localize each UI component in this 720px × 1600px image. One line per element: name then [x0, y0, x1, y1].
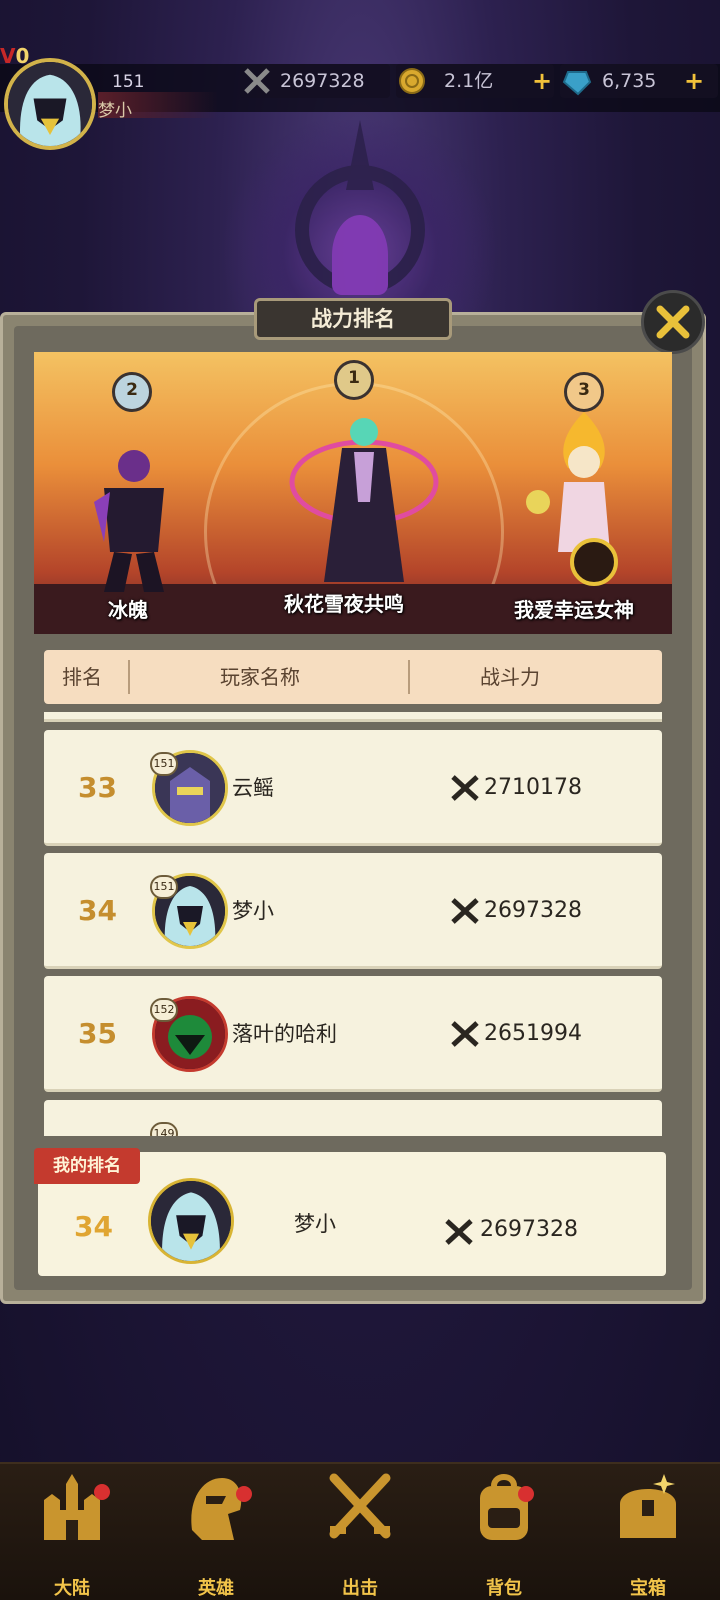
- rank3-player-name[interactable]: 我爱幸运女神: [514, 594, 634, 623]
- row-rank: 35: [78, 1017, 117, 1050]
- crossed-swords-icon: [451, 775, 479, 801]
- rank1-badge: 1: [334, 360, 374, 400]
- nav-treasure[interactable]: 宝箱: [576, 1464, 720, 1600]
- helmet-icon: [191, 1478, 242, 1540]
- hero-portrait-icon: [8, 62, 92, 146]
- close-button[interactable]: [641, 290, 705, 354]
- row-player-name: 落叶的哈利: [232, 1022, 337, 1046]
- column-rank: 排名: [62, 665, 102, 689]
- nav-backpack[interactable]: 背包: [432, 1464, 576, 1600]
- row-level-badge: 149: [150, 1122, 178, 1136]
- crossed-swords-icon: [451, 1021, 479, 1047]
- row-combat-power: 2697328: [484, 898, 582, 923]
- row-level-badge: 152: [150, 998, 178, 1022]
- nav-backpack-label: 背包: [486, 1578, 522, 1599]
- player-name: 梦小: [98, 101, 132, 121]
- hero-portrait-icon: [151, 1181, 231, 1261]
- gem-icon: [562, 71, 592, 96]
- row-combat-power: 2710178: [484, 775, 582, 800]
- nav-continent[interactable]: 大陆: [0, 1464, 144, 1600]
- ranking-row[interactable]: 35 152 落叶的哈利 2651994: [44, 976, 662, 1092]
- combat-power-display: 2697328: [240, 64, 390, 98]
- crossed-swords-icon: [244, 68, 270, 94]
- panel-title: 战力排名: [254, 298, 452, 340]
- top-three-podium: 2 1 3 冰魄 秋花雪夜共鸣 我爱幸运女神: [34, 352, 672, 634]
- my-rank-tag: 我的排名: [34, 1148, 140, 1184]
- ranking-list[interactable]: 33 151 云鳐 2710178 34 151 梦小 2697328 35 1…: [44, 712, 662, 1136]
- rank3-badge: 3: [564, 372, 604, 412]
- hero-figure-rank2: [94, 450, 164, 592]
- nav-heroes[interactable]: 英雄: [144, 1464, 288, 1600]
- ranking-row[interactable]: 33 151 云鳐 2710178: [44, 730, 662, 846]
- row-rank: 34: [78, 894, 117, 927]
- bottom-navigation: 大陆 英雄 出击 背包 宝箱: [0, 1462, 720, 1600]
- gem-display: 6,735 +: [560, 64, 718, 98]
- ranking-column-header: 排名 玩家名称 战斗力: [44, 650, 662, 704]
- hero-figure-rank1: [289, 418, 439, 582]
- player-avatar[interactable]: [4, 58, 96, 150]
- my-combat-power: 2697328: [480, 1217, 578, 1242]
- nav-continent-label: 大陆: [54, 1578, 90, 1599]
- my-player-name: 梦小: [294, 1212, 336, 1236]
- row-level-badge: 151: [150, 752, 178, 776]
- castle-icon: [44, 1474, 100, 1540]
- crossed-swords-icon: [445, 1219, 473, 1245]
- nav-attack-label: 出击: [342, 1578, 378, 1599]
- treasure-chest-icon: [620, 1474, 676, 1538]
- backpack-icon: [480, 1474, 528, 1540]
- crossed-swords-icon: [451, 898, 479, 924]
- add-gems-button[interactable]: +: [684, 64, 704, 98]
- column-combat-power: 战斗力: [480, 665, 540, 689]
- row-player-name: 梦小: [232, 899, 274, 923]
- row-player-name: 云鳐: [232, 776, 274, 800]
- gold-display: 2.1亿 +: [396, 64, 554, 98]
- ranking-row[interactable]: 34 151 梦小 2697328: [44, 853, 662, 969]
- rank2-player-name[interactable]: 冰魄: [108, 594, 148, 623]
- rank2-badge: 2: [112, 372, 152, 412]
- nav-attack[interactable]: 出击: [288, 1464, 432, 1600]
- top-status-bar: V0 151 梦小 2697328 2.1亿 + 6,735 +: [0, 44, 720, 150]
- nav-heroes-label: 英雄: [198, 1578, 234, 1599]
- close-icon: [656, 305, 690, 339]
- rank1-player-name[interactable]: 秋花雪夜共鸣: [284, 588, 404, 617]
- row-rank: 33: [78, 771, 117, 804]
- row-level-badge: 151: [150, 875, 178, 899]
- add-gold-button[interactable]: +: [532, 64, 552, 98]
- player-level: 151: [112, 72, 145, 92]
- row-combat-power: 2651994: [484, 1021, 582, 1046]
- my-avatar: [148, 1178, 234, 1264]
- gold-coin-icon: [399, 68, 425, 94]
- crossed-swords-icon: [329, 1473, 391, 1539]
- nav-treasure-label: 宝箱: [630, 1578, 666, 1599]
- column-player-name: 玩家名称: [220, 665, 300, 689]
- ranking-row[interactable]: 149: [44, 1100, 662, 1136]
- hero-figure-rank3: [526, 412, 618, 586]
